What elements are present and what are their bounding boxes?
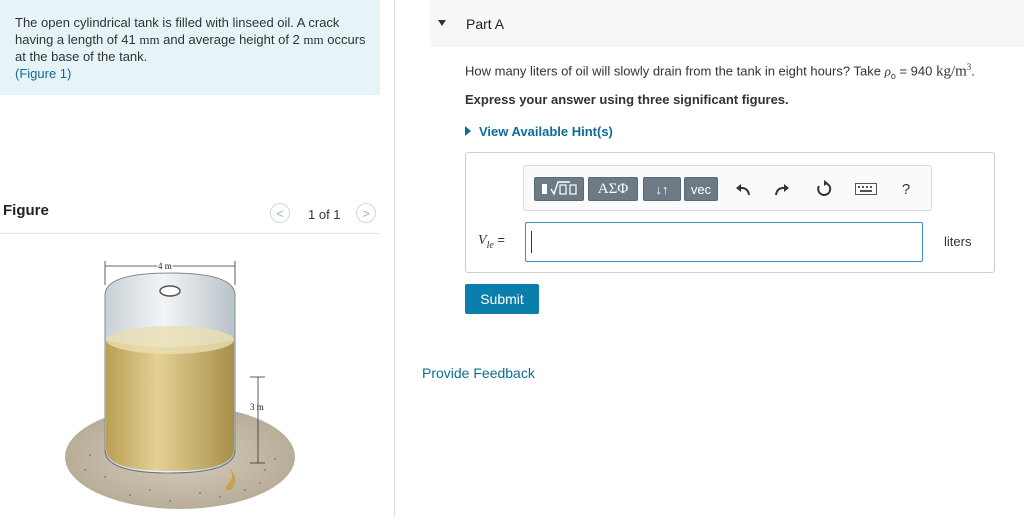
answer-equals: = xyxy=(493,232,505,247)
figure-title: Figure xyxy=(3,202,49,219)
problem-statement: The open cylindrical tank is filled with… xyxy=(0,0,380,95)
density-value: = 940 xyxy=(895,63,936,79)
part-title: Part A xyxy=(466,16,505,32)
length-unit: mm xyxy=(139,32,160,47)
templates-glyph xyxy=(542,181,577,196)
chevron-left-icon[interactable]: < xyxy=(270,203,290,223)
question-body: How many liters of oil will slowly drain… xyxy=(465,63,885,79)
submit-button[interactable]: Submit xyxy=(465,284,539,314)
provide-feedback-link[interactable]: Provide Feedback xyxy=(422,365,535,381)
undo-glyph xyxy=(736,184,750,196)
reset-icon[interactable] xyxy=(812,178,836,200)
instruction-text: Express your answer using three signific… xyxy=(465,92,789,107)
height-label: 3 m xyxy=(250,402,264,412)
keyboard-glyph xyxy=(855,183,877,195)
vector-button[interactable]: vec xyxy=(684,177,718,201)
undo-icon[interactable] xyxy=(731,178,755,200)
next-glyph: > xyxy=(362,205,370,221)
oil-surface xyxy=(106,326,234,354)
view-hints-link[interactable]: View Available Hint(s) xyxy=(465,124,613,139)
chevron-right-icon[interactable]: > xyxy=(356,203,376,223)
answer-input[interactable] xyxy=(525,222,923,262)
redo-icon[interactable] xyxy=(770,178,794,200)
answer-unit: liters xyxy=(944,234,972,249)
density-unit: kg/m xyxy=(935,63,967,80)
problem-text-part: and average height of 2 xyxy=(159,32,304,47)
part-header[interactable]: Part A xyxy=(430,0,1024,47)
reset-glyph xyxy=(817,180,832,196)
height-unit: mm xyxy=(303,32,324,47)
text-cursor xyxy=(531,231,532,253)
answer-variable: V xyxy=(478,233,487,248)
answer-variable-label: Vle = xyxy=(478,232,505,251)
prev-glyph: < xyxy=(276,205,284,221)
figure-link[interactable]: (Figure 1) xyxy=(15,66,71,81)
question-text: How many liters of oil will slowly drain… xyxy=(465,62,975,81)
linseed-oil xyxy=(106,340,234,471)
answer-variable-subscript: le xyxy=(486,239,494,251)
math-templates-icon[interactable] xyxy=(534,177,584,201)
answer-panel: ΑΣΦ ↓↑ vec ? Vle = liters xyxy=(465,152,995,273)
figure-pager-count: 1 of 1 xyxy=(308,207,341,222)
caret-down-icon[interactable] xyxy=(438,20,446,26)
redo-glyph xyxy=(775,184,789,196)
tank-top-opening xyxy=(159,285,181,297)
problem-text: The open cylindrical tank is filled with… xyxy=(15,14,370,82)
hints-label: View Available Hint(s) xyxy=(479,124,613,139)
keyboard-icon[interactable] xyxy=(854,178,878,200)
greek-letters-button[interactable]: ΑΣΦ xyxy=(588,177,638,201)
tank-figure: 4 m 3 m xyxy=(65,260,295,509)
column-divider xyxy=(394,0,395,517)
caret-right-icon xyxy=(465,126,471,136)
question-end: . xyxy=(971,63,975,79)
width-label: 4 m xyxy=(158,261,172,271)
figure-divider xyxy=(0,233,380,234)
math-toolbar: ΑΣΦ ↓↑ vec ? xyxy=(523,165,932,211)
arrows-button[interactable]: ↓↑ xyxy=(643,177,681,201)
help-icon[interactable]: ? xyxy=(894,178,918,200)
